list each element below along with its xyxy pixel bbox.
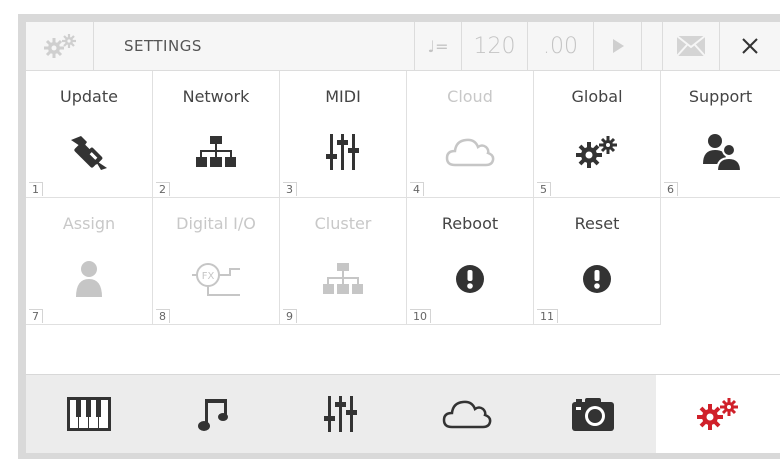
wrench-icon	[71, 136, 107, 170]
close-button[interactable]	[720, 22, 780, 70]
piano-icon	[67, 397, 111, 431]
bottom-nav	[26, 374, 780, 453]
play-icon	[612, 39, 624, 53]
page-title: SETTINGS	[124, 37, 202, 55]
sliders-icon	[326, 134, 359, 170]
tile-global[interactable]: Global 5	[534, 71, 661, 198]
tempo-label: ♩=	[414, 22, 462, 70]
envelope-icon	[676, 35, 706, 57]
tile-network[interactable]: Network 2	[153, 71, 280, 198]
settings-panel: SETTINGS ♩= 120 .00 Update 1 Network 2 M…	[26, 22, 780, 453]
exclamation-icon	[583, 265, 611, 293]
tile-support[interactable]: Support 6	[661, 71, 780, 198]
cloud-icon	[442, 400, 492, 429]
nav-mixer[interactable]	[278, 375, 404, 453]
gears-icon	[43, 34, 76, 58]
gears-icon	[576, 136, 617, 168]
cloud-icon	[445, 138, 495, 167]
tile-reboot[interactable]: Reboot 10	[407, 198, 534, 325]
tile-digital-io[interactable]: Digital I/O FX 8	[153, 198, 280, 325]
tempo-decimal[interactable]: .00	[528, 22, 594, 70]
camera-icon	[572, 398, 614, 431]
users-icon	[702, 134, 741, 172]
music-note-icon	[198, 399, 228, 431]
title-bar: SETTINGS ♩= 120 .00	[26, 22, 780, 71]
mixer-icon	[324, 396, 357, 432]
fx-icon-label: FX	[202, 271, 215, 282]
user-icon	[76, 261, 102, 297]
tile-reset[interactable]: Reset 11	[534, 198, 661, 325]
nav-music[interactable]	[152, 375, 278, 453]
nav-keyboard[interactable]	[26, 375, 152, 453]
close-icon	[742, 38, 758, 54]
exclamation-icon	[456, 265, 484, 293]
tile-midi[interactable]: MIDI 3	[280, 71, 407, 198]
nav-settings[interactable]	[656, 375, 780, 453]
gears-icon	[697, 398, 738, 430]
network-icon	[196, 136, 236, 167]
settings-gear-button[interactable]	[26, 22, 94, 70]
tempo-value[interactable]: 120	[462, 22, 528, 70]
tile-cluster[interactable]: Cluster 9	[280, 198, 407, 325]
nav-cloud[interactable]	[404, 375, 530, 453]
tile-assign[interactable]: Assign 7	[26, 198, 153, 325]
nav-camera[interactable]	[530, 375, 656, 453]
play-button[interactable]	[594, 22, 642, 70]
message-button[interactable]	[662, 22, 720, 70]
network-icon	[323, 263, 363, 294]
fx-icon: FX	[192, 263, 240, 296]
tile-cloud[interactable]: Cloud 4	[407, 71, 534, 198]
tile-update[interactable]: Update 1	[26, 71, 153, 198]
